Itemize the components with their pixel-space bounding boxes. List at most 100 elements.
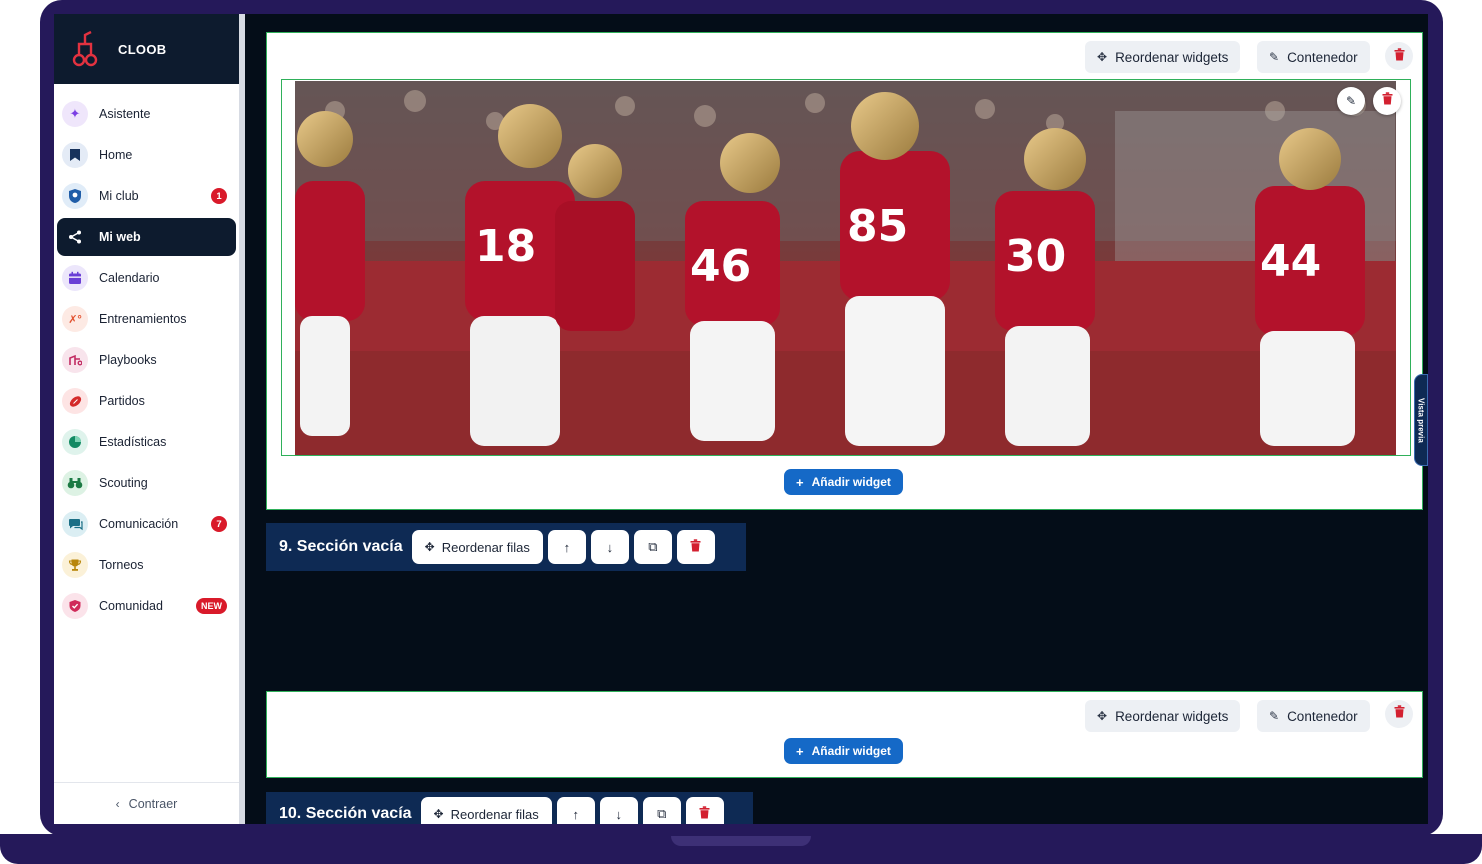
sidebar-item-entrenamientos[interactable]: ✗° Entrenamientos [57,300,236,338]
add-widget-label: Añadir widget [811,475,891,489]
move-up-button[interactable]: ↑ [547,530,586,564]
trash-icon [690,539,701,555]
delete-container-button[interactable] [1385,42,1413,70]
sidebar-item-calendario[interactable]: Calendario [57,259,236,297]
arrow-down-icon: ↓ [615,806,623,822]
delete-row-button[interactable] [676,530,715,564]
move-icon: ✥ [433,807,444,821]
sidebar-item-mi-web[interactable]: Mi web [57,218,236,256]
svg-text:44: 44 [1260,236,1321,287]
arrow-up-icon: ↑ [572,806,580,822]
sidebar-item-comunidad[interactable]: Comunidad NEW [57,587,236,625]
reorder-widgets-label: Reordenar widgets [1115,49,1229,65]
football-icon [62,388,88,414]
community-icon [62,593,88,619]
chat-icon [62,511,88,537]
sidebar-item-label: Torneos [99,558,144,572]
trash-icon [699,806,710,822]
move-down-button[interactable]: ↓ [599,797,638,824]
pie-chart-icon [62,429,88,455]
web-editor-canvas: ✥ Reordenar widgets ✎ Contenedor 18 46 8… [266,14,1428,824]
trash-icon [1394,48,1405,64]
pencil-icon: ✎ [1345,94,1357,108]
preview-side-tab[interactable]: Vista previa [1414,374,1428,466]
sidebar-item-label: Partidos [99,394,145,408]
notification-badge: 7 [211,516,227,532]
sidebar-item-label: Mi web [99,230,141,244]
sidebar-item-scouting[interactable]: Scouting [57,464,236,502]
cloob-logo-icon [70,30,100,68]
trophy-icon [62,552,88,578]
duplicate-button[interactable]: ⧉ [642,797,681,824]
section-title: 9. Sección vacía [279,538,403,555]
delete-row-button[interactable] [685,797,724,824]
image-widget[interactable]: 18 46 85 30 44 ✎ [281,79,1411,456]
sidebar-item-partidos[interactable]: Partidos [57,382,236,420]
reorder-rows-button[interactable]: ✥ Reordenar filas [420,797,552,824]
sidebar-item-home[interactable]: Home [57,136,236,174]
container-block-bottom[interactable]: ✥ Reordenar widgets ✎ Contenedor + Añadi… [266,691,1423,778]
reorder-widgets-label: Reordenar widgets [1115,708,1229,724]
reorder-widgets-button[interactable]: ✥ Reordenar widgets [1085,700,1241,732]
sidebar-item-label: Comunicación [99,517,179,531]
arrow-up-icon: ↑ [563,539,571,555]
collapse-sidebar-button[interactable]: ‹ Contraer [54,782,239,824]
sidebar-item-asistente[interactable]: ✦ Asistente [57,95,236,133]
reorder-rows-button[interactable]: ✥ Reordenar filas [411,530,543,564]
move-up-button[interactable]: ↑ [556,797,595,824]
drills-icon: ✗° [62,306,88,332]
plus-icon: + [796,474,804,490]
add-widget-label: Añadir widget [811,744,891,758]
pencil-icon: ✎ [1269,709,1280,723]
container-block-top[interactable]: ✥ Reordenar widgets ✎ Contenedor 18 46 8… [266,32,1423,510]
copy-icon: ⧉ [657,806,667,821]
sidebar-item-label: Calendario [99,271,160,285]
svg-text:85: 85 [847,201,908,252]
club-icon [62,183,88,209]
sidebar-item-label: Estadísticas [99,435,167,449]
delete-container-button[interactable] [1385,700,1413,728]
svg-text:46: 46 [690,241,751,292]
sidebar-item-playbooks[interactable]: Playbooks [57,341,236,379]
sidebar-item-estadisticas[interactable]: Estadísticas [57,423,236,461]
trash-icon [1394,705,1405,723]
notification-badge: 1 [211,188,227,204]
bookmark-icon [62,142,88,168]
duplicate-button[interactable]: ⧉ [633,530,672,564]
sparkles-icon: ✦ [62,101,88,127]
move-icon: ✥ [424,540,435,554]
add-widget-button[interactable]: + Añadir widget [784,738,903,764]
section-row-9-bar: 9. Sección vacía ✥ Reordenar filas ↑ ↓ ⧉ [266,523,746,571]
arrow-down-icon: ↓ [606,539,614,555]
new-badge: NEW [196,598,227,614]
svg-text:18: 18 [475,221,536,272]
sidebar-item-label: Asistente [99,107,151,121]
calendar-icon [62,265,88,291]
brand-header[interactable]: CLOOB [54,14,239,84]
move-icon: ✥ [1097,50,1108,64]
sidebar-item-label: Playbooks [99,353,157,367]
sidebar-item-comunicacion[interactable]: Comunicación 7 [57,505,236,543]
container-settings-button[interactable]: ✎ Contenedor [1257,41,1370,73]
sidebar-item-torneos[interactable]: Torneos [57,546,236,584]
copy-icon: ⧉ [648,539,658,554]
container-settings-button[interactable]: ✎ Contenedor [1257,700,1370,732]
binoculars-icon [62,470,88,496]
edit-widget-button[interactable]: ✎ [1337,87,1365,115]
collapse-label: Contraer [128,796,178,811]
laptop-notch [671,836,811,846]
add-widget-button[interactable]: + Añadir widget [784,469,903,495]
container-label: Contenedor [1287,708,1358,724]
reorder-rows-label: Reordenar filas [450,806,539,822]
sidebar-item-label: Scouting [99,476,148,490]
sidebar-nav: ✦ Asistente Home Mi club 1 Mi web Calend… [54,84,239,625]
sidebar-item-label: Mi club [99,189,139,203]
sidebar-item-label: Entrenamientos [99,312,187,326]
svg-text:30: 30 [1005,231,1066,282]
move-down-button[interactable]: ↓ [590,530,629,564]
reorder-widgets-button[interactable]: ✥ Reordenar widgets [1085,41,1241,73]
sidebar-item-mi-club[interactable]: Mi club 1 [57,177,236,215]
sidebar-item-label: Home [99,148,133,162]
delete-widget-button[interactable] [1373,87,1401,115]
playbook-icon [62,347,88,373]
